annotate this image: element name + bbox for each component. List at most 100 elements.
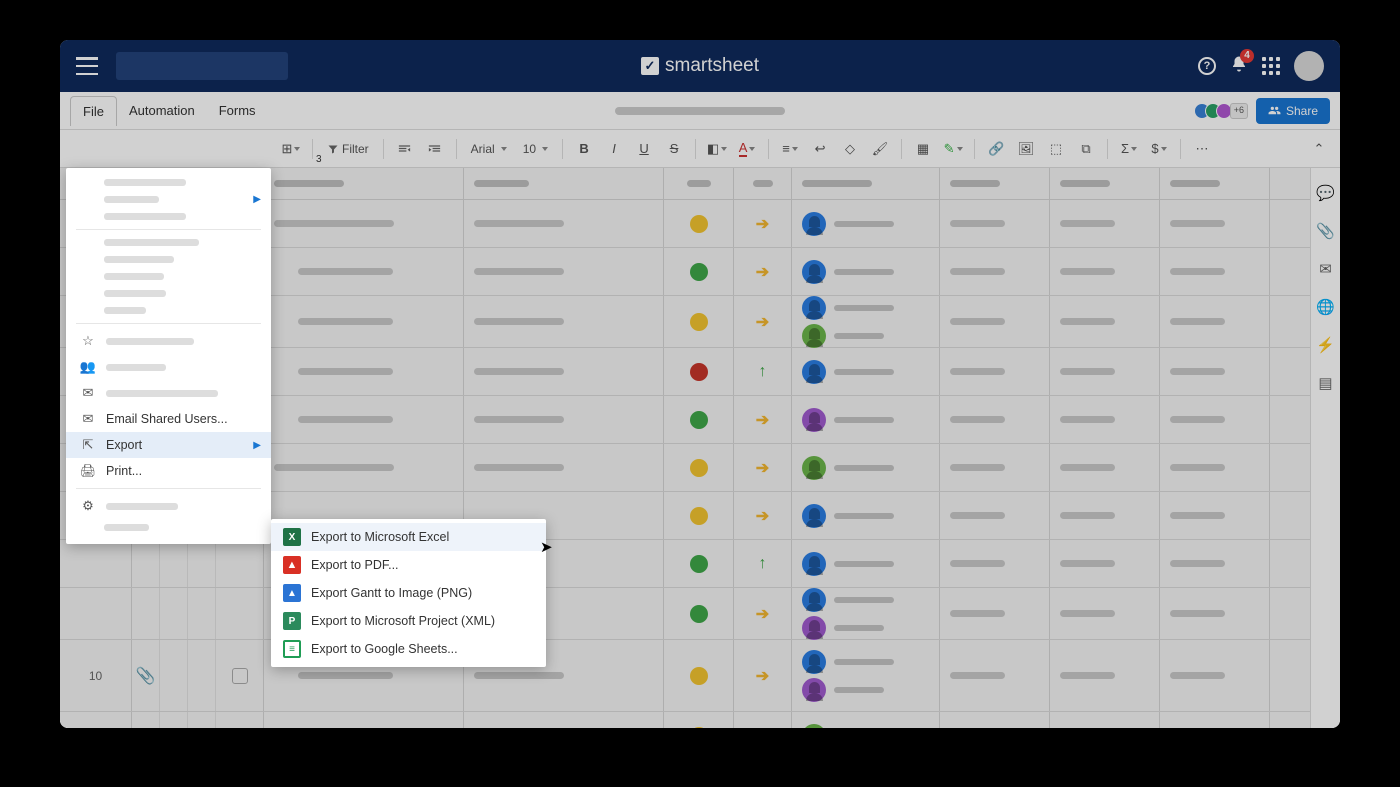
arrow-right-icon: ➔ <box>756 262 769 282</box>
file-menu-item[interactable]: 👥 <box>66 354 271 380</box>
image-button[interactable]: 🖼 <box>1013 136 1039 162</box>
brand-check-icon: ✓ <box>641 57 659 75</box>
app-window: ✓ smartsheet ? 4 File Automation Forms +… <box>60 40 1340 728</box>
expand-icon[interactable]: + <box>274 728 290 729</box>
avatar-icon <box>802 296 826 320</box>
file-menu-item[interactable] <box>66 208 271 225</box>
column-header[interactable] <box>792 168 940 199</box>
summary-panel-icon[interactable]: ▤ <box>1318 374 1332 392</box>
font-size-select[interactable]: 10 <box>517 142 554 156</box>
currency-button[interactable]: $ <box>1146 136 1172 162</box>
format-painter-button[interactable]: 🖌 <box>867 136 893 162</box>
column-header[interactable] <box>664 168 734 199</box>
export-pdf[interactable]: ▲Export to PDF... <box>271 551 546 579</box>
table-row[interactable]: ➔ <box>60 588 1310 640</box>
underline-button[interactable]: U <box>631 136 657 162</box>
highlight-button[interactable]: ✎ <box>940 136 966 162</box>
outdent-button[interactable] <box>392 136 418 162</box>
search-input[interactable] <box>116 52 288 80</box>
view-button[interactable]: ⊞ <box>278 136 304 162</box>
file-menu-item[interactable] <box>66 174 271 191</box>
file-menu-email-shared[interactable]: ✉Email Shared Users... <box>66 406 271 432</box>
checkbox[interactable] <box>232 728 248 729</box>
file-menu-item[interactable] <box>66 268 271 285</box>
help-icon[interactable]: ? <box>1198 57 1216 75</box>
status-dot-yellow <box>690 313 708 331</box>
avatar-icon <box>802 616 826 640</box>
file-menu-print[interactable]: 🖨Print... <box>66 458 271 484</box>
column-header[interactable] <box>1050 168 1160 199</box>
font-family-select[interactable]: Arial <box>465 142 513 156</box>
menubar: File Automation Forms +6 Share <box>60 92 1340 130</box>
file-menu-item[interactable] <box>66 234 271 251</box>
menu-automation[interactable]: Automation <box>117 92 207 129</box>
clear-format-button[interactable]: ◇ <box>837 136 863 162</box>
activity-panel-icon[interactable]: ⚡ <box>1316 336 1335 354</box>
export-gsheets[interactable]: ≡Export to Google Sheets... <box>271 635 546 663</box>
link-button[interactable]: 🔗 <box>983 136 1009 162</box>
publish-panel-icon[interactable]: 🌐 <box>1316 298 1335 316</box>
column-header[interactable] <box>1160 168 1270 199</box>
export-excel[interactable]: XExport to Microsoft Excel <box>271 523 546 551</box>
reminder-icon[interactable]: 🔔 <box>193 728 209 729</box>
file-menu-item[interactable]: ⚙ <box>66 493 271 519</box>
formula-button[interactable]: Σ <box>1116 136 1142 162</box>
notification-badge: 4 <box>1240 49 1254 63</box>
bold-button[interactable]: B <box>571 136 597 162</box>
file-menu-item[interactable] <box>66 519 271 536</box>
align-button[interactable]: ≡ <box>777 136 803 162</box>
comment-icon[interactable]: 💬 <box>165 728 181 729</box>
checkbox[interactable] <box>232 668 248 684</box>
file-menu-item[interactable] <box>66 302 271 319</box>
more-button[interactable]: ⋯ <box>1189 136 1215 162</box>
status-dot-yellow <box>690 507 708 525</box>
collaborator-overflow[interactable]: +6 <box>1230 103 1248 119</box>
toolbar: ⊞ Filter Arial 10 B I U S ◧ A ≡ ↩ ◇ 🖌 ▦ … <box>60 130 1340 168</box>
date-button[interactable]: ▦ <box>910 136 936 162</box>
indent-button[interactable] <box>422 136 448 162</box>
file-menu-item[interactable]: ☆ <box>66 328 271 354</box>
italic-button[interactable]: I <box>601 136 627 162</box>
file-menu-item[interactable]: ✉ <box>66 380 271 406</box>
proof-button[interactable]: ⧉ <box>1073 136 1099 162</box>
table-row[interactable]: 11 💬 🔔 + ➔ <box>60 712 1310 728</box>
file-menu-item[interactable]: ▶ <box>66 191 271 208</box>
filter-icon <box>327 143 339 155</box>
collapse-toolbar-button[interactable]: ⌃ <box>1306 136 1332 162</box>
collaborator-avatars[interactable]: +6 <box>1194 103 1248 119</box>
attachments-panel-icon[interactable]: 📎 <box>1316 222 1335 240</box>
file-menu-item[interactable] <box>66 251 271 268</box>
column-header[interactable] <box>940 168 1050 199</box>
menu-forms[interactable]: Forms <box>207 92 268 129</box>
avatar-icon <box>802 552 826 576</box>
wrap-button[interactable]: ↩ <box>807 136 833 162</box>
table-row[interactable]: ↑ <box>60 540 1310 588</box>
attachment-icon[interactable]: 📎 <box>136 666 156 686</box>
share-button[interactable]: Share <box>1256 98 1330 124</box>
column-header[interactable] <box>734 168 792 199</box>
export-project[interactable]: PExport to Microsoft Project (XML) <box>271 607 546 635</box>
apps-grid-icon[interactable] <box>1262 57 1280 75</box>
export-png[interactable]: ▲Export Gantt to Image (PNG) <box>271 579 546 607</box>
menu-file[interactable]: File <box>70 96 117 126</box>
fill-color-button[interactable]: ◧ <box>704 136 730 162</box>
avatar-icon <box>802 408 826 432</box>
strike-button[interactable]: S <box>661 136 687 162</box>
attach-button[interactable]: ⬚ <box>1043 136 1069 162</box>
file-menu-export[interactable]: ⇱Export▶ <box>66 432 271 458</box>
proofs-panel-icon[interactable]: ✉ <box>1319 260 1332 278</box>
comments-panel-icon[interactable]: 💬 <box>1316 184 1335 202</box>
user-avatar[interactable] <box>1294 51 1324 81</box>
column-header[interactable] <box>464 168 664 199</box>
row-number: 11 <box>60 712 132 728</box>
text-color-button[interactable]: A <box>734 136 760 162</box>
arrow-up-icon: ↑ <box>759 555 767 573</box>
avatar-icon <box>802 360 826 384</box>
file-menu-item[interactable] <box>66 285 271 302</box>
notifications-button[interactable]: 4 <box>1230 55 1248 78</box>
table-row[interactable]: 10 📎 ➔ <box>60 640 1310 712</box>
main-menu-icon[interactable] <box>76 57 98 75</box>
column-header[interactable] <box>264 168 464 199</box>
filter-button[interactable]: Filter <box>321 142 375 156</box>
submenu-arrow-icon: ▶ <box>253 440 261 451</box>
